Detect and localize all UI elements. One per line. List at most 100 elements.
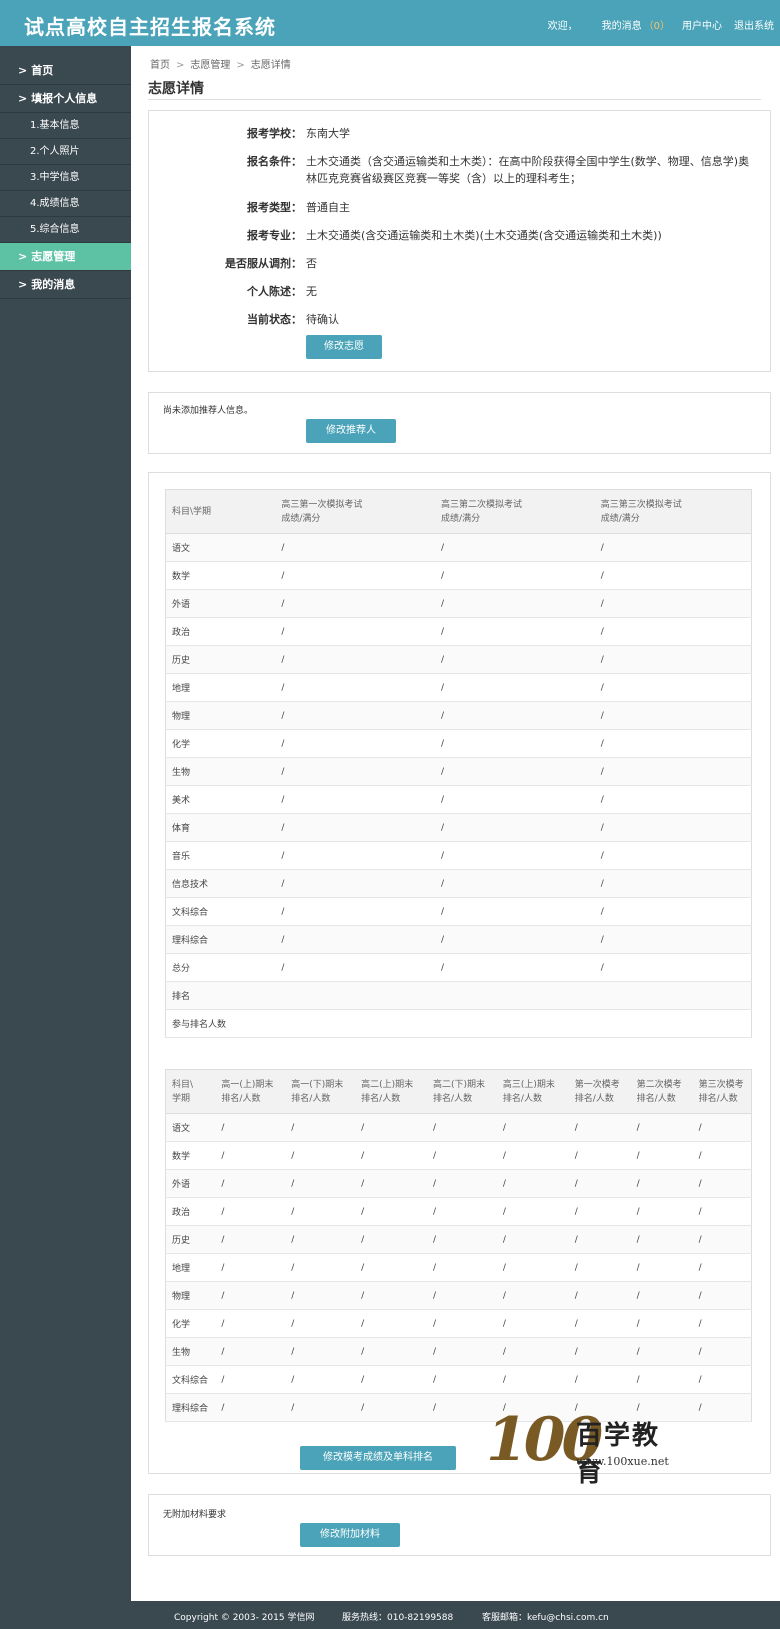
table-row: 物理 / / / — [165, 701, 752, 730]
column-header: 高三第三次模拟考试 成绩/满分 — [594, 489, 752, 534]
attachments-panel: 无附加材料要求 修改附加材料 — [148, 1494, 771, 1556]
adjust-value: 否 — [306, 257, 317, 270]
edit-referrer-button[interactable]: 修改推荐人 — [306, 419, 396, 443]
score-cell: / — [215, 1113, 286, 1142]
score-cell: / — [435, 869, 595, 898]
subject-cell: 体育 — [165, 813, 276, 842]
score-cell: / — [594, 533, 752, 562]
score-cell: / — [630, 1309, 693, 1338]
table-row: 地理 / / / — [165, 673, 752, 702]
score-cell: / — [496, 1253, 569, 1282]
score-cell: / — [285, 1365, 356, 1394]
sidebar-item-basic-info[interactable]: 1.基本信息 — [0, 113, 131, 139]
table-row: 语文 / / / — [165, 533, 752, 562]
sidebar-item-personal-info[interactable]: > 填报个人信息 — [0, 85, 131, 113]
sidebar-item-photo[interactable]: 2.个人照片 — [0, 139, 131, 165]
score-cell: / — [692, 1365, 752, 1394]
score-cell: / — [285, 1141, 356, 1170]
subject-cell: 政治 — [165, 617, 276, 646]
breadcrumb-section[interactable]: 志愿管理 — [190, 60, 230, 71]
score-cell: / — [275, 645, 436, 674]
score-cell: / — [594, 589, 752, 618]
breadcrumb-home[interactable]: 首页 — [150, 60, 170, 71]
column-header: 高二(下)期末 排名/人数 — [427, 1069, 497, 1114]
score-cell: / — [568, 1169, 631, 1198]
score-cell: / — [568, 1197, 631, 1226]
score-cell: / — [594, 561, 752, 590]
score-cell: / — [594, 673, 752, 702]
score-cell: / — [594, 757, 752, 786]
score-cell: / — [215, 1169, 286, 1198]
score-cell: / — [630, 1113, 693, 1142]
condition-label: 报名条件： — [247, 155, 302, 168]
breadcrumb: 首页 > 志愿管理 > 志愿详情 — [150, 56, 291, 71]
score-cell: / — [427, 1197, 497, 1226]
status-value: 待确认 — [306, 313, 339, 326]
score-cell: / — [435, 757, 595, 786]
table-row: 生物 / / / — [165, 757, 752, 786]
score-cell: / — [215, 1337, 286, 1366]
score-cell: / — [568, 1337, 631, 1366]
user-center-link[interactable]: 用户中心 — [682, 17, 722, 32]
score-cell — [435, 1009, 595, 1038]
sidebar-item-comprehensive[interactable]: 5.综合信息 — [0, 217, 131, 243]
score-cell: / — [435, 729, 595, 758]
sidebar-item-messages[interactable]: > 我的消息 — [0, 271, 131, 299]
breadcrumb-separator: > — [236, 60, 245, 71]
application-details-panel: 报考学校： 东南大学 报名条件： 土木交通类（含交通运输类和土木类）：在高中阶段… — [148, 110, 771, 372]
score-cell: / — [594, 785, 752, 814]
score-cell: / — [594, 701, 752, 730]
table-row: 参与排名人数 — [165, 1009, 752, 1038]
score-cell: / — [275, 617, 436, 646]
score-cell: / — [285, 1309, 356, 1338]
message-count: （0） — [643, 21, 670, 32]
score-cell: / — [496, 1337, 569, 1366]
score-cell: / — [435, 953, 595, 982]
score-cell: / — [568, 1141, 631, 1170]
edit-attachments-button[interactable]: 修改附加材料 — [300, 1523, 400, 1547]
breadcrumb-current: 志愿详情 — [250, 60, 291, 71]
score-cell: / — [496, 1281, 569, 1310]
table-row: 总分 / / / — [165, 953, 752, 982]
column-header: 第三次模考 排名/人数 — [692, 1069, 752, 1114]
score-cell: / — [355, 1141, 428, 1170]
subject-cell: 政治 — [165, 1197, 216, 1226]
score-cell: / — [630, 1225, 693, 1254]
edit-application-button[interactable]: 修改志愿 — [306, 335, 382, 359]
score-cell: / — [355, 1253, 428, 1282]
score-cell: / — [427, 1169, 497, 1198]
edit-scores-button[interactable]: 修改模考成绩及单科排名 — [300, 1446, 456, 1470]
score-cell: / — [435, 589, 595, 618]
subject-cell: 总分 — [165, 953, 276, 982]
score-cell: / — [496, 1169, 569, 1198]
score-cell: / — [435, 561, 595, 590]
sidebar-item-grades[interactable]: 4.成绩信息 — [0, 191, 131, 217]
table-row: 信息技术 / / / — [165, 869, 752, 898]
sidebar-item-school-info[interactable]: 3.中学信息 — [0, 165, 131, 191]
score-cell: / — [275, 953, 436, 982]
score-cell: / — [594, 813, 752, 842]
mock_table-header-row: 科目\学期 高三第一次模拟考试 成绩/满分 高三第二次模拟考试 成绩/满分 高三第三次… — [165, 489, 752, 534]
score-cell: / — [275, 785, 436, 814]
column-header: 第一次模考 排名/人数 — [568, 1069, 631, 1114]
footer-hotline: 服务热线：010-82199588 — [342, 1613, 454, 1623]
logout-link[interactable]: 退出系统 — [734, 17, 774, 32]
score-cell: / — [435, 925, 595, 954]
column-header: 高三第二次模拟考试 成绩/满分 — [435, 489, 595, 534]
adjust-label: 是否服从调剂： — [225, 257, 302, 270]
score-cell: / — [275, 589, 436, 618]
score-cell: / — [427, 1225, 497, 1254]
score-cell: / — [496, 1225, 569, 1254]
score-cell: / — [215, 1309, 286, 1338]
table-row: 化学 / / / — [165, 729, 752, 758]
score-cell: / — [496, 1197, 569, 1226]
score-cell: / — [275, 925, 436, 954]
table-row: 美术 / / / — [165, 785, 752, 814]
sidebar-item-home[interactable]: > 首页 — [0, 57, 131, 85]
school-value: 东南大学 — [306, 127, 350, 140]
score-cell: / — [630, 1197, 693, 1226]
score-cell: / — [594, 953, 752, 982]
column-header: 高三第一次模拟考试 成绩/满分 — [275, 489, 436, 534]
my-messages-link[interactable]: 我的消息 （0） — [590, 17, 670, 32]
sidebar-item-application-management[interactable]: > 志愿管理 — [0, 243, 131, 271]
